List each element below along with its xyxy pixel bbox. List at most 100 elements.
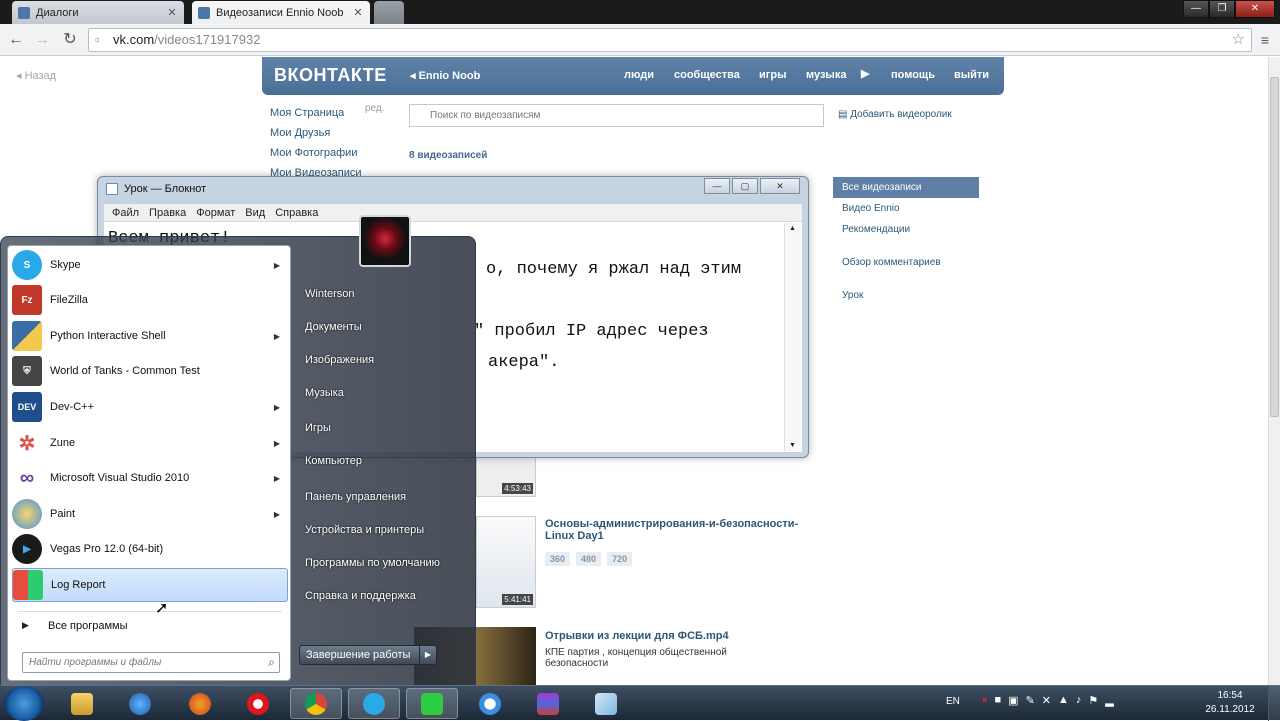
menu-lesson[interactable]: Урок — [833, 285, 979, 306]
all-programs-button[interactable]: Все программы — [48, 620, 127, 632]
nav-logout[interactable]: выйти — [954, 69, 989, 81]
taskbar-chrome[interactable] — [290, 688, 342, 719]
video-title[interactable]: Отрывки из лекции для ФСБ.mp4 — [545, 630, 729, 642]
nav-communities[interactable]: сообщества — [674, 69, 740, 81]
start-item-pictures[interactable]: Изображения — [305, 354, 374, 366]
user-name[interactable]: ◂ Ennio Noob — [410, 69, 480, 82]
program-world-of-tanks[interactable]: ⛨ World of Tanks - Common Test — [12, 354, 288, 388]
video-thumbnail[interactable]: 4:53:43 — [476, 457, 536, 497]
menu-comments-overview[interactable]: Обзор комментариев — [833, 252, 979, 273]
pen-icon[interactable]: ✎ — [1026, 694, 1035, 707]
program-vegas-pro[interactable]: ▶ Vegas Pro 12.0 (64-bit) — [12, 532, 288, 566]
program-python[interactable]: Python Interactive Shell ▶ — [12, 319, 288, 353]
start-item-documents[interactable]: Документы — [305, 321, 362, 333]
start-item-user[interactable]: Winterson — [305, 288, 355, 300]
taskbar-editor[interactable] — [580, 688, 632, 719]
network-icon[interactable]: ▂ — [1105, 694, 1113, 707]
shutdown-options-arrow-icon[interactable]: ▶ — [419, 645, 437, 665]
start-item-help[interactable]: Справка и поддержка — [305, 590, 416, 602]
menu-edit[interactable]: Правка — [149, 204, 186, 221]
flag-icon[interactable]: ⚑ — [1088, 694, 1098, 707]
tab-videos[interactable]: Видеозаписи Ennio Noob ✕ — [192, 1, 370, 24]
back-button[interactable]: ← — [5, 29, 27, 51]
program-skype[interactable]: S Skype ▶ — [12, 248, 288, 282]
program-log-report[interactable]: Log Report — [12, 568, 288, 602]
menu-my-friends[interactable]: Мои Друзья — [270, 123, 362, 143]
program-filezilla[interactable]: Fz FileZilla — [12, 283, 288, 317]
taskbar-opera[interactable] — [232, 688, 284, 719]
start-item-devices[interactable]: Устройства и принтеры — [305, 524, 424, 536]
forward-button[interactable]: → — [31, 29, 53, 51]
start-item-games[interactable]: Игры — [305, 422, 331, 434]
start-item-music[interactable]: Музыка — [305, 387, 344, 399]
address-bar[interactable]: vk.com/videos171917932 ▫ ☆ — [88, 28, 1252, 52]
language-indicator[interactable]: EN — [946, 696, 960, 707]
user-avatar[interactable] — [359, 215, 411, 267]
nav-music[interactable]: музыка — [806, 69, 846, 81]
tab-dialogs[interactable]: Диалоги ✕ — [12, 1, 184, 24]
taskbar-explorer[interactable] — [56, 688, 108, 719]
taskbar-media-player[interactable] — [114, 688, 166, 719]
volume-icon[interactable]: ♪ — [1076, 694, 1082, 707]
menu-help[interactable]: Справка — [275, 204, 318, 221]
clock[interactable]: 16:54 26.11.2012 — [1200, 689, 1260, 717]
stop-icon[interactable]: ■ — [995, 694, 1002, 707]
close-window-button[interactable]: ✕ — [1235, 0, 1275, 18]
taskbar-firefox[interactable] — [174, 688, 226, 719]
nav-help[interactable]: помощь — [891, 69, 935, 81]
play-icon[interactable]: ▶ — [861, 67, 869, 80]
notepad-close-button[interactable]: ✕ — [760, 178, 800, 194]
camera-icon[interactable]: ▣ — [1008, 694, 1018, 707]
menu-all-videos[interactable]: Все видеозаписи — [833, 177, 979, 198]
start-item-control-panel[interactable]: Панель управления — [305, 491, 406, 503]
minimize-button[interactable]: — — [1183, 0, 1209, 18]
start-item-default-programs[interactable]: Программы по умолчанию — [305, 557, 440, 569]
menu-format[interactable]: Формат — [196, 204, 235, 221]
shutdown-button[interactable]: Завершение работы ▶ — [299, 645, 437, 665]
taskbar-notepad[interactable] — [406, 688, 458, 719]
start-item-computer[interactable]: Компьютер — [305, 455, 362, 467]
taskbar-winrar[interactable] — [522, 688, 574, 719]
notepad-minimize-button[interactable]: — — [704, 178, 730, 194]
wrench-icon[interactable]: ≡ — [1254, 29, 1276, 51]
record-pause-icon[interactable]: ⏸ — [982, 694, 988, 707]
menu-ennio-videos[interactable]: Видео Ennio — [833, 198, 979, 219]
close-icon[interactable]: ✕ — [1042, 694, 1051, 707]
video-thumbnail[interactable]: 5:41:41 — [476, 516, 536, 608]
scrollbar-thumb[interactable] — [1270, 77, 1279, 417]
program-zune[interactable]: ✲ Zune ▶ — [12, 426, 288, 460]
back-link[interactable]: ◂ Назад — [16, 69, 56, 82]
maximize-button[interactable]: ❐ — [1209, 0, 1235, 18]
taskbar-skype[interactable] — [348, 688, 400, 719]
quality-360[interactable]: 360 — [545, 552, 571, 566]
show-hidden-icons-icon[interactable]: ▲ — [1058, 694, 1069, 707]
add-video-button[interactable]: ▤ Добавить видеоролик — [838, 109, 952, 120]
edit-link[interactable]: ред. — [365, 103, 385, 114]
notepad-maximize-button[interactable]: ▢ — [732, 178, 758, 194]
program-paint[interactable]: Paint ▶ — [12, 497, 288, 531]
start-search-input[interactable]: Найти программы и файлы ⌕ — [22, 652, 280, 673]
menu-my-page[interactable]: Моя Страница — [270, 103, 362, 123]
quality-720[interactable]: 720 — [607, 552, 633, 566]
vk-logo[interactable]: ВКОНТАКТЕ — [274, 65, 387, 86]
close-icon[interactable]: ✕ — [166, 6, 178, 19]
program-visual-studio[interactable]: ∞ Microsoft Visual Studio 2010 ▶ — [12, 461, 288, 495]
show-desktop-button[interactable] — [1268, 686, 1280, 721]
quality-480[interactable]: 480 — [576, 552, 602, 566]
taskbar-app[interactable] — [464, 688, 516, 719]
menu-recommendations[interactable]: Рекомендации — [833, 219, 979, 240]
menu-my-photos[interactable]: Мои Фотографии — [270, 143, 362, 163]
start-button[interactable] — [4, 686, 44, 721]
video-title[interactable]: Основы-администрирования-и-безопасности-… — [545, 518, 805, 542]
video-search-input[interactable]: Поиск по видеозаписям — [409, 104, 824, 127]
menu-file[interactable]: Файл — [112, 204, 139, 221]
menu-view[interactable]: Вид — [245, 204, 265, 221]
new-tab-button[interactable] — [374, 1, 404, 24]
notepad-scrollbar[interactable]: ▲ ▼ — [784, 223, 801, 451]
nav-games[interactable]: игры — [759, 69, 786, 81]
reload-button[interactable]: ↻ — [59, 29, 81, 51]
page-scrollbar[interactable] — [1268, 57, 1280, 685]
nav-people[interactable]: люди — [624, 69, 654, 81]
program-devcpp[interactable]: DEV Dev-C++ ▶ — [12, 390, 288, 424]
star-icon[interactable]: ☆ — [1232, 29, 1245, 51]
